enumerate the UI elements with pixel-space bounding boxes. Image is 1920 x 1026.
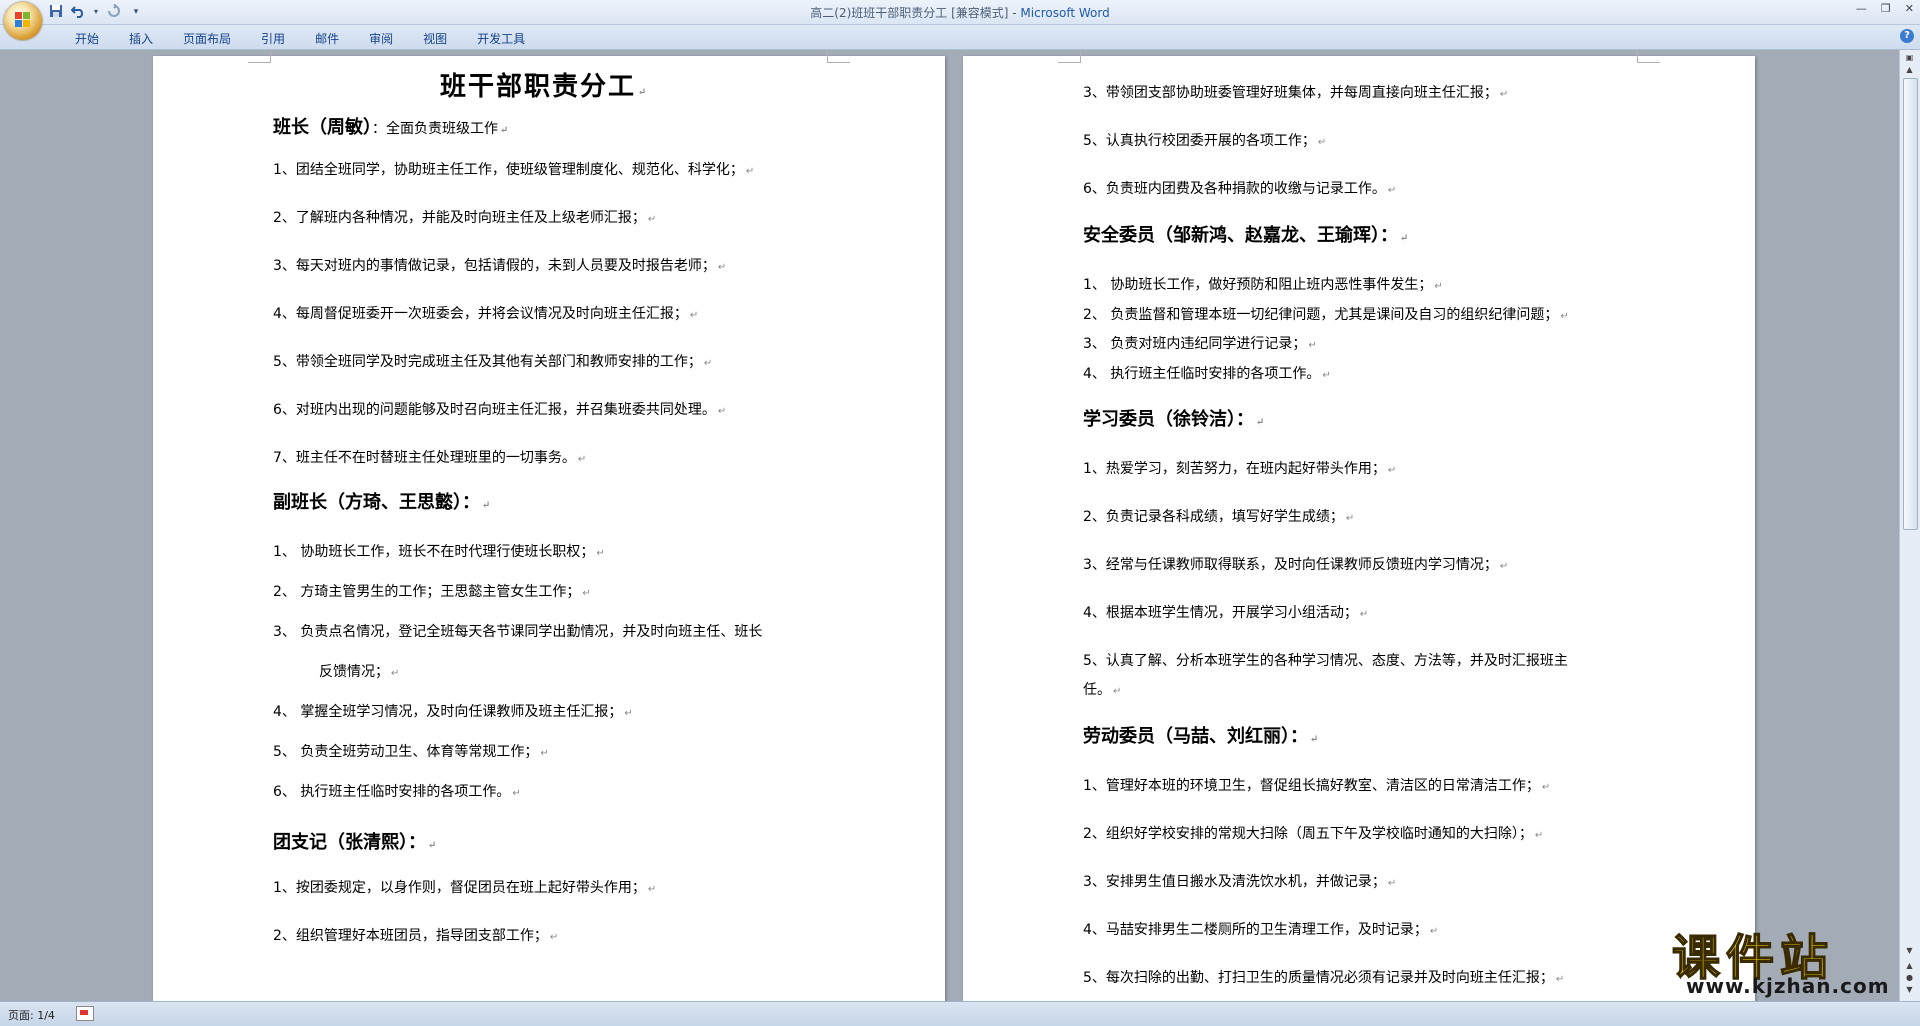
tab-view[interactable]: 视图 <box>408 30 462 47</box>
office-logo-icon <box>15 12 31 28</box>
list-item: 5、带领全班同学及时完成班主任及其他有关部门和教师安排的工作； ↵ <box>273 354 713 370</box>
list-item: 1、热爱学习，刻苦努力，在班内起好带头作用； ↵ <box>1083 461 1397 477</box>
tab-home[interactable]: 开始 <box>60 30 114 47</box>
list-item: 5、每次扫除的出勤、打扫卫生的质量情况必须有记录并及时向班主任汇报； ↵ <box>1083 970 1565 986</box>
heading-labor-committee: 劳动委员（马喆、刘红丽）： ↵ <box>1083 726 1319 747</box>
tab-mailings[interactable]: 邮件 <box>300 30 354 47</box>
title-bar: ▾ ▾ 高二(2)班班干部职责分工 [兼容模式] - Microsoft Wor… <box>0 0 1920 25</box>
list-item: 1、管理好本班的环境卫生，督促组长搞好教室、清洁区的日常清洁工作； ↵ <box>1083 778 1551 794</box>
proofing-status-icon[interactable] <box>76 1006 94 1021</box>
list-item-continuation: 任。 ↵ <box>1083 682 1122 698</box>
tab-developer[interactable]: 开发工具 <box>462 30 540 47</box>
list-item: 3、 负责点名情况，登记全班每天各节课同学出勤情况，并及时向班主任、班长 <box>273 624 763 640</box>
heading-league-secretary: 团支记（张清熙）： ↵ <box>273 832 437 853</box>
scroll-up-icon[interactable]: ▲ <box>1903 64 1916 76</box>
list-item: 4、根据本班学生情况，开展学习小组活动； ↵ <box>1083 605 1369 621</box>
watermark-url: www.kjzhan.com <box>1686 974 1890 998</box>
list-item: 2、组织好学校安排的常规大扫除（周五下午及学校临时通知的大扫除）； ↵ <box>1083 826 1544 842</box>
list-item: 2、 负责监督和管理本班一切纪律问题，尤其是课间及自习的组织纪律问题； ↵ <box>1083 307 1569 323</box>
margin-corner-mark <box>1637 50 1660 63</box>
tab-page-layout[interactable]: 页面布局 <box>168 30 246 47</box>
heading-vice-monitor: 副班长（方琦、王思懿）： ↵ <box>273 492 491 513</box>
list-item: 4、马喆安排男生二楼厕所的卫生清理工作，及时记录； ↵ <box>1083 922 1439 938</box>
maximize-icon[interactable]: ❐ <box>1881 2 1891 15</box>
heading-monitor: 班长（周敏）：全面负责班级工作 ↵ <box>273 117 509 138</box>
list-item: 6、负责班内团费及各种捐款的收缴与记录工作。 ↵ <box>1083 181 1397 197</box>
close-icon[interactable]: ✕ <box>1905 2 1914 15</box>
list-item-continuation: 反馈情况； ↵ <box>319 664 400 680</box>
list-item: 6、对班内出现的问题能够及时召向班主任汇报，并召集班委共同处理。 ↵ <box>273 402 727 418</box>
list-item: 1、团结全班同学，协助班主任工作，使班级管理制度化、规范化、科学化； ↵ <box>273 162 755 178</box>
minimize-icon[interactable]: — <box>1856 2 1867 15</box>
heading-study-committee: 学习委员（徐铃洁）： ↵ <box>1083 409 1265 430</box>
ruler-toggle-icon[interactable]: ▣ <box>1903 52 1916 64</box>
document-workspace[interactable]: 班干部职责分工 ↵ 班长（周敏）：全面负责班级工作 ↵ 1、团结全班同学，协助班主任… <box>0 50 1900 1001</box>
list-item: 3、 负责对班内违纪同学进行记录； ↵ <box>1083 336 1317 352</box>
list-item: 2、了解班内各种情况，并能及时向班主任及上级老师汇报； ↵ <box>273 210 657 226</box>
page-1[interactable]: 班干部职责分工 ↵ 班长（周敏）：全面负责班级工作 ↵ 1、团结全班同学，协助班主任… <box>153 50 945 1001</box>
list-item: 3、经常与任课教师取得联系，及时向任课教师反馈班内学习情况； ↵ <box>1083 557 1509 573</box>
list-item: 3、带领团支部协助班委管理好班集体，并每周直接向班主任汇报； ↵ <box>1083 85 1509 101</box>
office-button[interactable] <box>4 2 42 40</box>
page-counter[interactable]: 页面: 1/4 <box>8 1007 55 1023</box>
tab-insert[interactable]: 插入 <box>114 30 168 47</box>
list-item: 4、 执行班主任临时安排的各项工作。 ↵ <box>1083 366 1331 382</box>
tab-references[interactable]: 引用 <box>246 30 300 47</box>
watermark-logo: 课件站 www.kjzhan.com <box>1668 918 1908 998</box>
list-item: 2、组织管理好本班团员，指导团支部工作； ↵ <box>273 928 559 944</box>
list-item: 1、 协助班长工作，做好预防和阻止班内恶性事件发生； ↵ <box>1083 277 1443 293</box>
scrollbar-thumb[interactable] <box>1903 78 1918 530</box>
list-item: 3、每天对班内的事情做记录，包括请假的，未到人员要及时报告老师； ↵ <box>273 258 727 274</box>
document-name: 高二(2)班班干部职责分工 [兼容模式] - <box>810 6 1021 20</box>
status-bar: 页面: 1/4 <box>0 1001 1920 1026</box>
list-item: 1、按团委规定，以身作则，督促团员在班上起好带头作用； ↵ <box>273 880 657 896</box>
list-item: 5、认真执行校团委开展的各项工作； ↵ <box>1083 133 1327 149</box>
heading-safety-committee: 安全委员（邹新鸿、赵嘉龙、王瑜珲）： ↵ <box>1083 225 1409 246</box>
list-item: 4、 掌握全班学习情况，及时向任课教师及班主任汇报； ↵ <box>273 704 633 720</box>
ribbon-tabs: 开始 插入 页面布局 引用 邮件 审阅 视图 开发工具 ? <box>0 25 1920 50</box>
document-title: 班干部职责分工 ↵ <box>440 72 649 102</box>
help-icon[interactable]: ? <box>1900 29 1914 43</box>
app-name: Microsoft Word <box>1020 6 1110 20</box>
margin-corner-mark <box>248 50 271 63</box>
tab-review[interactable]: 审阅 <box>354 30 408 47</box>
margin-corner-mark <box>1058 50 1081 63</box>
list-item: 2、 方琦主管男生的工作；王思懿主管女生工作； ↵ <box>273 584 591 600</box>
page-2[interactable]: 3、带领团支部协助班委管理好班集体，并每周直接向班主任汇报； ↵ 5、认真执行校团… <box>963 50 1755 1001</box>
list-item: 7、班主任不在时替班主任处理班里的一切事务。 ↵ <box>273 450 587 466</box>
margin-corner-mark <box>827 50 850 63</box>
window-controls: — ❐ ✕ <box>1856 2 1914 15</box>
list-item: 5、 负责全班劳动卫生、体育等常规工作； ↵ <box>273 744 549 760</box>
list-item: 2、负责记录各科成绩，填写好学生成绩； ↵ <box>1083 509 1355 525</box>
window-title: 高二(2)班班干部职责分工 [兼容模式] - Microsoft Word <box>0 4 1920 21</box>
vertical-scrollbar[interactable]: ▣ ▲ ▼ ▲ ● ▼ <box>1899 50 1920 1001</box>
list-item: 1、 协助班长工作，班长不在时代理行使班长职权； ↵ <box>273 544 605 560</box>
list-item: 6、 执行班主任临时安排的各项工作。 ↵ <box>273 784 521 800</box>
list-item: 3、安排男生值日搬水及清洗饮水机，并做记录； ↵ <box>1083 874 1397 890</box>
list-item: 4、每周督促班委开一次班委会，并将会议情况及时向班主任汇报； ↵ <box>273 306 699 322</box>
list-item: 5、认真了解、分析本班学生的各种学习情况、态度、方法等，并及时汇报班主 <box>1083 653 1568 669</box>
